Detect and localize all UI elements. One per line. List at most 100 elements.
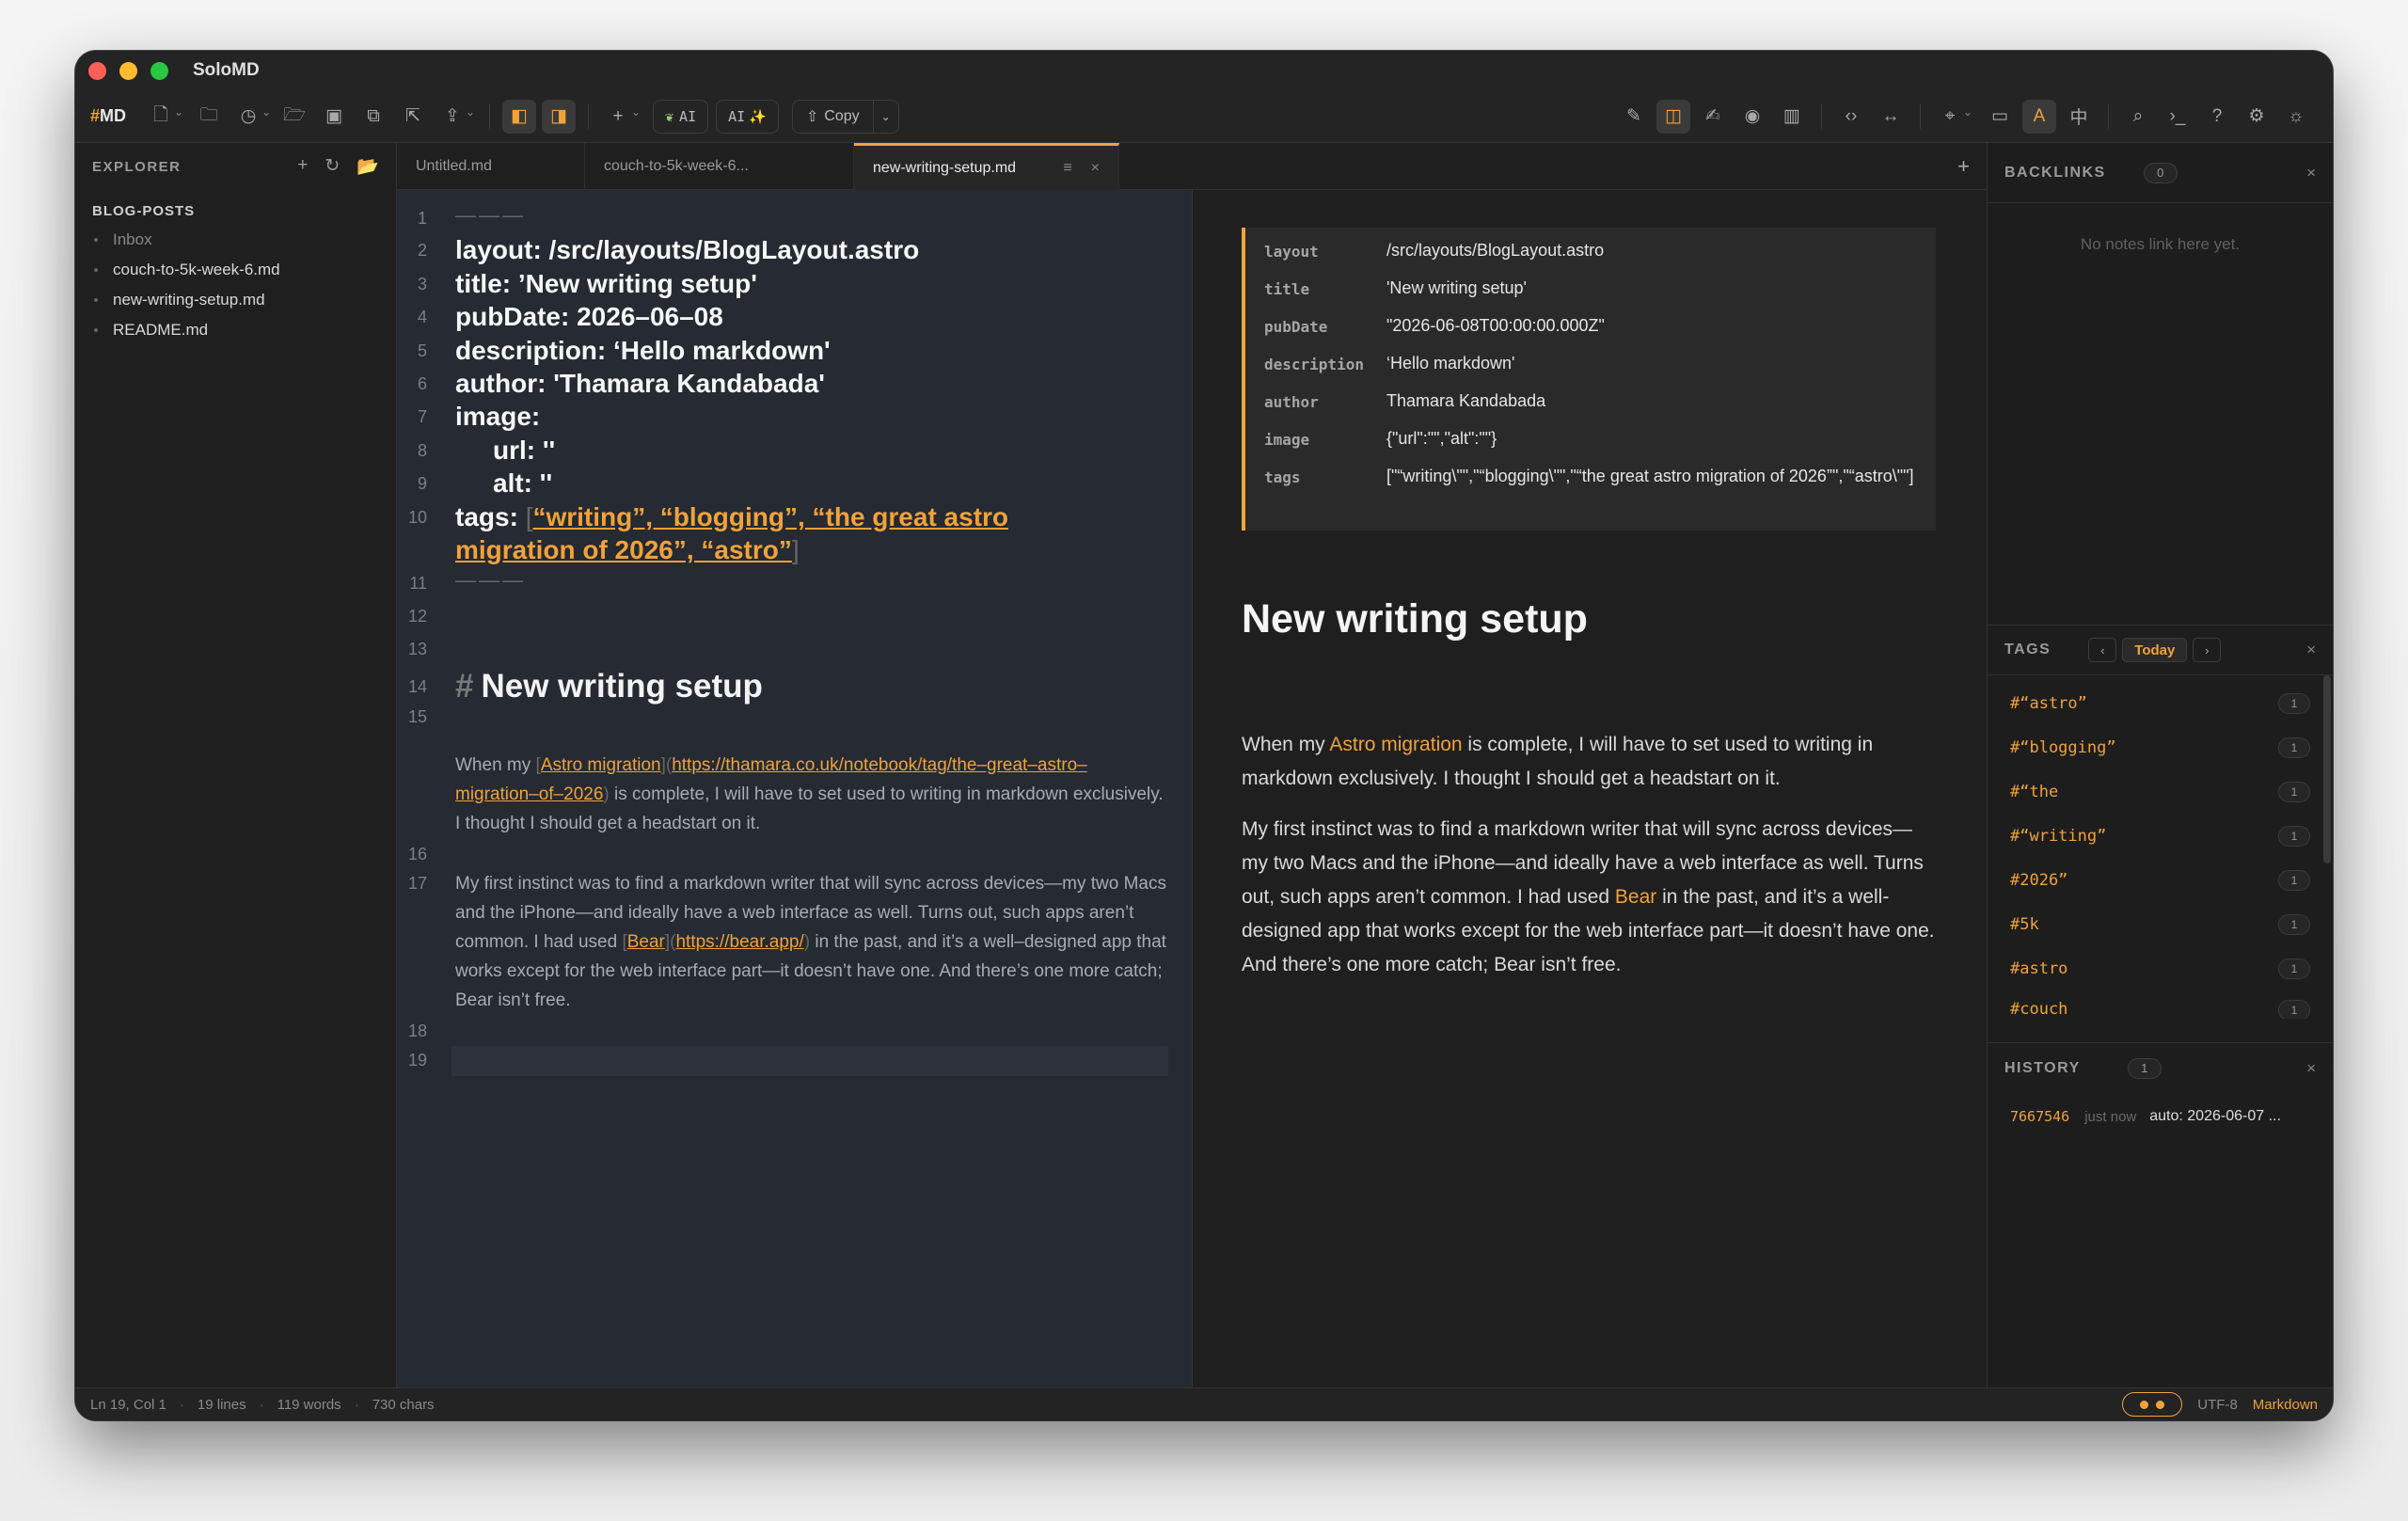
language-mode[interactable]: Markdown <box>2253 1397 2318 1413</box>
presentation-icon[interactable]: ▭ <box>1983 100 2017 134</box>
split-view-icon[interactable]: ◫ <box>1656 99 1690 134</box>
tag-item[interactable]: #astro 1 <box>1988 946 2333 990</box>
close-history-icon[interactable]: × <box>2306 1059 2316 1078</box>
settings-gear-icon[interactable]: ⚙ <box>2240 100 2273 134</box>
source-code-icon[interactable]: ‹› <box>1834 100 1868 134</box>
bear-link[interactable]: Bear <box>627 932 665 952</box>
sync-status-badge[interactable] <box>2122 1392 2183 1417</box>
write-icon[interactable]: ✍ <box>1696 100 1730 134</box>
tags-title: TAGS <box>2004 642 2052 658</box>
line-number: 8 <box>417 441 427 460</box>
folder-name[interactable]: BLOG-POSTS <box>75 190 396 225</box>
markdown-editor[interactable]: 1 2 3 4 5 6 7 8 9 10 11 12 13 14 15 16 1… <box>397 190 1192 1387</box>
spellcheck-icon[interactable]: A <box>2022 99 2056 134</box>
file-item-inbox[interactable]: Inbox <box>75 225 396 255</box>
tab-bar: Untitled.md couch-to-5k-week-6... new-wr… <box>397 143 1987 190</box>
toggle-sidebar-icon[interactable]: ◧ <box>502 99 537 134</box>
open-external-icon[interactable]: ⇱ <box>396 100 430 134</box>
new-tab-icon[interactable]: + <box>1957 143 1987 189</box>
full-width-icon[interactable]: ↔ <box>1874 100 1908 134</box>
heading-marker: # <box>455 668 474 705</box>
folder-icon[interactable]: 🗁 <box>277 100 311 134</box>
file-item-couch-to-5k[interactable]: couch-to-5k-week-6.md <box>75 255 396 285</box>
edit-mode-icon[interactable]: ✎ <box>1617 100 1651 134</box>
window-controls <box>88 61 168 80</box>
cursor-position[interactable]: Ln 19, Col 1 <box>90 1397 166 1413</box>
fm-title-line: title: ’New writing setup' <box>455 269 757 298</box>
tab-new-writing-setup[interactable]: new-writing-setup.md ≡ × <box>854 143 1119 190</box>
reader-book-icon[interactable]: ▥ <box>1775 100 1809 134</box>
focus-icon[interactable]: ⌖ <box>1933 100 1972 134</box>
sparkle-icon: ✨ <box>749 107 767 125</box>
save-all-icon[interactable]: ⧉ <box>356 100 390 134</box>
tab-close-icon[interactable]: × <box>1091 160 1100 177</box>
tag-name: #2026” <box>2010 870 2068 890</box>
bullet-icon <box>94 268 98 272</box>
close-backlinks-icon[interactable]: × <box>2306 164 2316 182</box>
tab-menu-icon[interactable]: ≡ <box>1063 160 1071 177</box>
close-tags-icon[interactable]: × <box>2306 641 2316 659</box>
editor-heading: # New writing setup <box>455 668 763 705</box>
file-item-new-writing-setup[interactable]: new-writing-setup.md <box>75 285 396 315</box>
astro-migration-link[interactable]: Astro migration <box>1329 734 1462 755</box>
bear-link[interactable]: Bear <box>1615 886 1656 908</box>
today-button[interactable]: Today <box>2122 638 2188 662</box>
separator: · <box>354 1396 359 1413</box>
tags-scrollbar[interactable] <box>2323 675 2331 863</box>
tag-item[interactable]: #“astro” 1 <box>1988 681 2333 725</box>
explorer-title: EXPLORER <box>92 158 182 175</box>
encoding[interactable]: UTF-8 <box>2197 1397 2238 1413</box>
tag-item[interactable]: #5k 1 <box>1988 902 2333 946</box>
tag-item[interactable]: #“blogging” 1 <box>1988 725 2333 769</box>
tag-count: 1 <box>2278 869 2310 891</box>
help-icon[interactable]: ? <box>2200 100 2234 134</box>
explorer-header: EXPLORER + ↻ 📂 <box>75 143 396 190</box>
next-day-icon[interactable]: › <box>2193 638 2222 662</box>
prev-day-icon[interactable]: ‹ <box>2088 638 2117 662</box>
tags-value[interactable]: migration of 2026”, “astro” <box>455 535 792 564</box>
file-label: couch-to-5k-week-6.md <box>113 261 280 278</box>
search-icon[interactable]: ⌕ <box>2121 100 2155 134</box>
backlinks-empty-text: No notes link here yet. <box>2080 235 2241 253</box>
cjk-icon[interactable]: 中 <box>2062 100 2096 134</box>
save-icon[interactable]: ▣ <box>317 100 351 134</box>
tag-item[interactable]: #“the 1 <box>1988 769 2333 814</box>
ai-generate-button[interactable]: AI ✨ <box>716 99 779 134</box>
terminal-icon[interactable]: ›_ <box>2161 100 2194 134</box>
history-item[interactable]: 7667546 just now auto: 2026-06-07 ... <box>1988 1093 2333 1140</box>
file-item-readme[interactable]: README.md <box>75 315 396 345</box>
theme-sun-icon[interactable]: ☼ <box>2279 100 2313 134</box>
toggle-split-icon[interactable]: ◨ <box>542 99 577 134</box>
export-icon[interactable]: ⇪ <box>436 100 475 134</box>
preview-eye-icon[interactable]: ◉ <box>1735 100 1769 134</box>
copy-button[interactable]: ⇧ Copy <box>793 100 874 133</box>
bear-url[interactable]: https://bear.app/ <box>675 932 803 952</box>
tab-label: Untitled.md <box>416 158 492 174</box>
new-file-icon[interactable]: 🗋 <box>144 100 183 134</box>
open-folder-icon[interactable]: 🗀 <box>192 100 226 134</box>
fm-key: layout <box>1264 243 1319 261</box>
copy-dropdown-icon[interactable]: ⌄ <box>874 110 898 123</box>
tag-item[interactable]: #2026” 1 <box>1988 858 2333 902</box>
tab-untitled[interactable]: Untitled.md <box>397 143 585 190</box>
close-window-button[interactable] <box>88 61 106 80</box>
status-bar: Ln 19, Col 1 · 19 lines · 119 words · 73… <box>75 1387 2333 1420</box>
tab-label: couch-to-5k-week-6... <box>604 158 749 174</box>
new-note-icon[interactable]: + <box>297 155 308 178</box>
minimize-window-button[interactable] <box>119 61 137 80</box>
ai-assist-button[interactable]: ❦ AI <box>653 99 709 134</box>
recent-files-icon[interactable]: ◷ <box>231 100 271 134</box>
fm-row: author Thamara Kandabada <box>1264 391 1917 416</box>
zoom-window-button[interactable] <box>150 61 168 80</box>
tags-value[interactable]: “writing”, “blogging”, “the great astro <box>532 502 1008 531</box>
explorer-sidebar: EXPLORER + ↻ 📂 BLOG-POSTS Inbox couch-to… <box>75 143 397 1387</box>
astro-migration-link[interactable]: Astro migration <box>541 755 661 775</box>
tag-item[interactable]: #“writing” 1 <box>1988 814 2333 858</box>
commit-message: auto: 2026-06-07 ... <box>2149 1108 2281 1124</box>
open-folder-icon[interactable]: 📂 <box>356 155 379 178</box>
tag-name: #“the <box>2010 782 2059 801</box>
refresh-icon[interactable]: ↻ <box>325 155 340 178</box>
tag-item[interactable]: #couch 1 <box>1988 990 2333 1019</box>
tab-couch-to-5k[interactable]: couch-to-5k-week-6... <box>585 143 854 190</box>
insert-icon[interactable]: + <box>601 100 641 134</box>
